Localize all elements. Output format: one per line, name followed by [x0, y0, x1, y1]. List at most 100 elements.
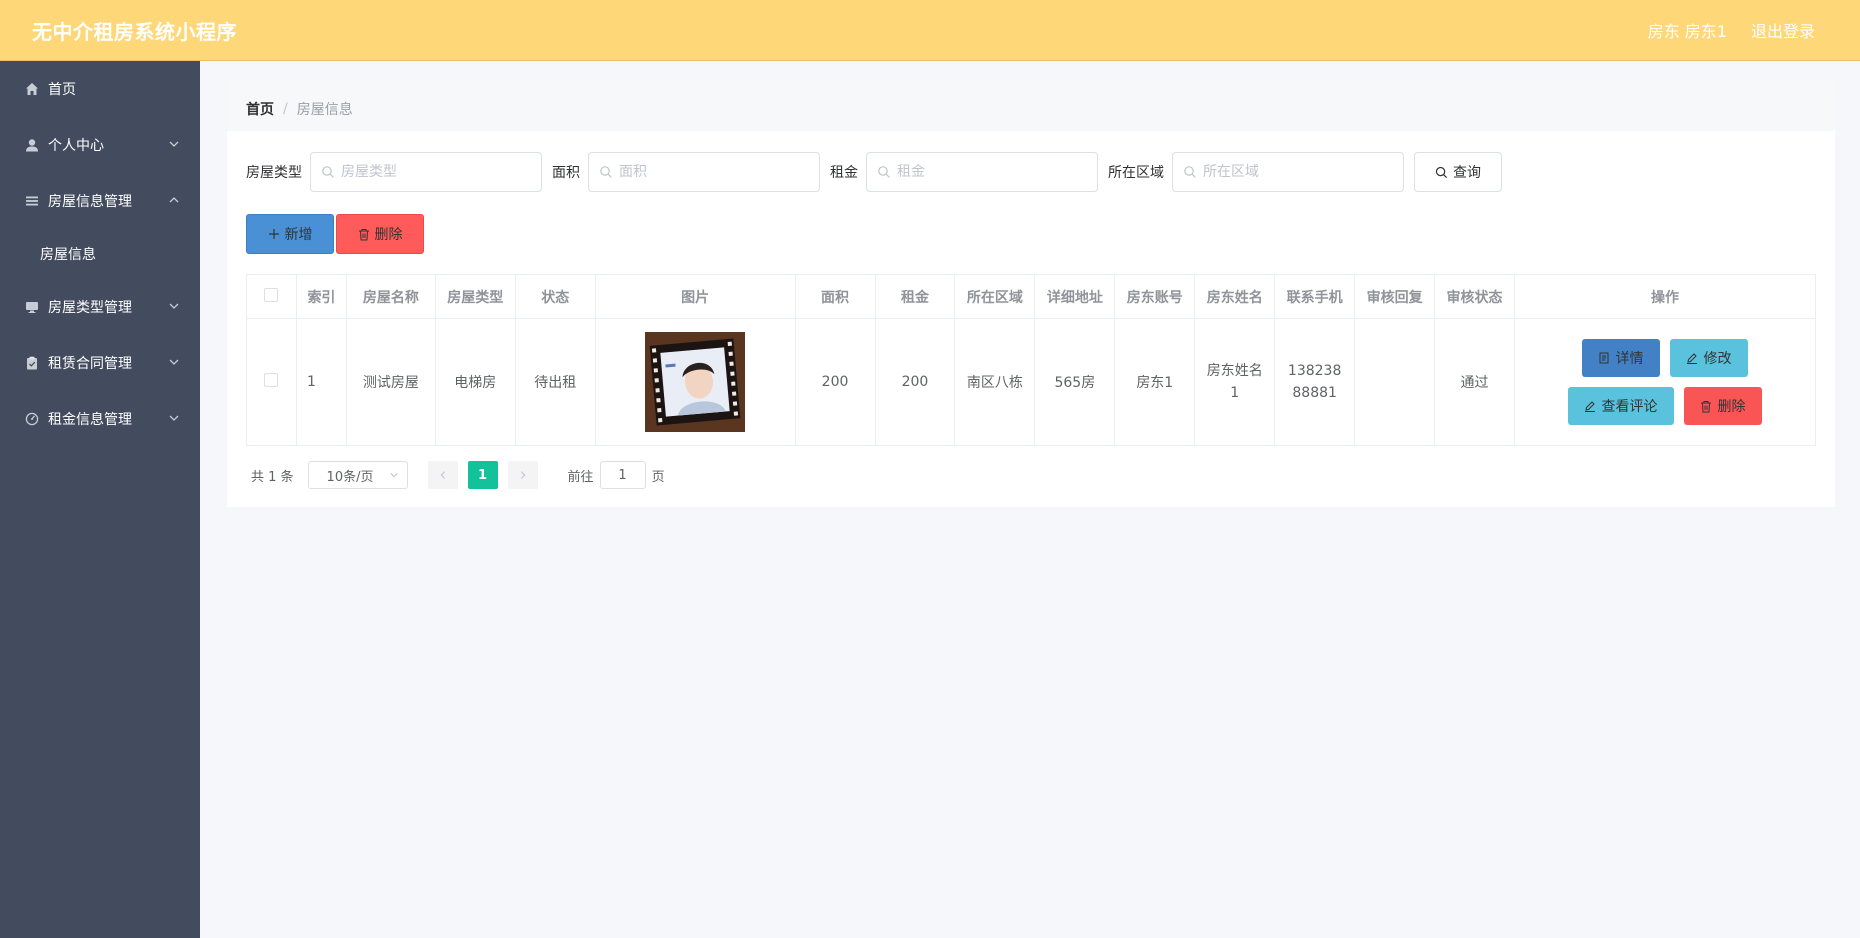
- sidebar-item-home[interactable]: 首页: [0, 61, 200, 117]
- house-photo[interactable]: [645, 332, 746, 432]
- sidebar-item-label: 租金信息管理: [48, 412, 132, 428]
- sidebar-item-rent[interactable]: 租金信息管理: [0, 391, 200, 447]
- content-panel: 房屋类型 面积 租金 所在区域 查询: [227, 131, 1835, 507]
- row-checkbox[interactable]: [264, 373, 279, 387]
- rent-search-input[interactable]: [897, 164, 1087, 180]
- col-actions: 操作: [1513, 274, 1817, 319]
- cell-rent: 200: [874, 318, 956, 446]
- cell-index: 1: [295, 318, 347, 446]
- user-label: 房东 房东1: [1647, 22, 1727, 41]
- row-actions: 详情 修改 查看评论 删除: [1515, 339, 1815, 425]
- region-search-input[interactable]: [1203, 164, 1393, 180]
- user-icon: [24, 137, 40, 153]
- list-icon: [24, 193, 40, 209]
- area-search-input[interactable]: [619, 164, 809, 180]
- region-search-field[interactable]: [1172, 152, 1404, 192]
- document-icon: [1599, 352, 1609, 364]
- logout-link[interactable]: 退出登录: [1751, 18, 1815, 42]
- goto-label: 前往: [567, 469, 594, 485]
- add-button-label: 新增: [284, 227, 313, 243]
- type-search-field[interactable]: [310, 152, 542, 192]
- clipboard-icon: [24, 355, 40, 371]
- view-comments-button[interactable]: 查看评论: [1567, 387, 1674, 425]
- edit-icon: [1687, 353, 1698, 364]
- query-button-label: 查询: [1453, 165, 1481, 181]
- query-button[interactable]: 查询: [1414, 152, 1502, 192]
- sidebar-item-label: 房屋类型管理: [48, 300, 132, 316]
- col-image: 图片: [594, 274, 796, 319]
- chevron-down-icon: [169, 415, 179, 421]
- col-phone: 联系手机: [1274, 274, 1356, 319]
- cell-actions: 详情 修改 查看评论 删除: [1513, 318, 1817, 446]
- sidebar-item-label: 首页: [48, 82, 76, 98]
- col-region: 所在区域: [954, 274, 1036, 319]
- row-delete-button[interactable]: 删除: [1683, 387, 1762, 425]
- table-header-row: 索引 房屋名称 房屋类型 状态 图片 面积 租金 所在区域 详细地址 房东账号 …: [246, 274, 1817, 319]
- edit-icon: [1585, 401, 1596, 412]
- sidebar-item-contract[interactable]: 租赁合同管理: [0, 335, 200, 391]
- trash-icon: [1701, 400, 1712, 412]
- rent-search-field[interactable]: [866, 152, 1098, 192]
- chevron-down-icon: [169, 141, 179, 147]
- chevron-left-icon: [440, 471, 445, 479]
- sidebar-item-label: 房屋信息: [40, 247, 96, 263]
- goto-page-input[interactable]: [599, 461, 646, 489]
- monitor-icon: [24, 299, 40, 315]
- next-page-button[interactable]: [507, 461, 538, 489]
- table-row: 1 测试房屋 电梯房 待出租 200 200 南区八栋 565房 房东1 房东姓…: [246, 318, 1817, 446]
- total-count: 共 1 条: [251, 469, 294, 485]
- page-number-current[interactable]: 1: [467, 461, 498, 489]
- row-actions-bottom: 查看评论 删除: [1567, 387, 1762, 425]
- house-table: 索引 房屋名称 房屋类型 状态 图片 面积 租金 所在区域 详细地址 房东账号 …: [246, 274, 1817, 446]
- type-label: 房屋类型: [246, 165, 302, 181]
- delete-button[interactable]: 删除: [336, 214, 424, 254]
- search-icon: [1435, 166, 1448, 178]
- top-bar: 无中介租房系统小程序 房东 房东1 退出登录: [0, 0, 1860, 61]
- breadcrumb-home[interactable]: 首页: [246, 99, 274, 119]
- view-comments-label: 查看评论: [1601, 399, 1658, 415]
- sidebar-item-house-mgmt[interactable]: 房屋信息管理: [0, 173, 200, 229]
- edit-button-label: 修改: [1703, 351, 1732, 367]
- detail-button[interactable]: 详情: [1581, 339, 1660, 377]
- action-row: 新增 删除: [246, 214, 424, 254]
- app-title: 无中介租房系统小程序: [32, 19, 237, 44]
- cell-region: 南区八栋: [954, 318, 1036, 446]
- sidebar-item-label: 个人中心: [48, 138, 104, 154]
- sidebar-item-house-type[interactable]: 房屋类型管理: [0, 279, 200, 335]
- chevron-right-icon: [520, 471, 525, 479]
- prev-page-button[interactable]: [427, 461, 458, 489]
- cell-account: 房东1: [1114, 318, 1196, 446]
- add-button[interactable]: 新增: [246, 214, 334, 254]
- cell-address: 565房: [1034, 318, 1116, 446]
- sidebar-item-profile[interactable]: 个人中心: [0, 117, 200, 173]
- page-size-select[interactable]: 10条/页: [307, 461, 408, 489]
- sidebar-item-label: 房屋信息管理: [48, 194, 132, 210]
- col-name: 房屋名称: [345, 274, 436, 319]
- top-right: 房东 房东1 退出登录: [1648, 18, 1815, 42]
- area-label: 面积: [552, 165, 580, 181]
- sidebar-item-label: 租赁合同管理: [48, 356, 132, 372]
- chevron-down-icon: [389, 472, 398, 478]
- cell-review-status: 通过: [1434, 318, 1515, 446]
- trash-icon: [358, 228, 369, 240]
- type-search-input[interactable]: [341, 164, 531, 180]
- home-icon: [24, 81, 40, 97]
- area-search-field[interactable]: [588, 152, 820, 192]
- select-all-checkbox[interactable]: [264, 287, 279, 302]
- row-select-cell: [246, 318, 297, 446]
- edit-button[interactable]: 修改: [1669, 339, 1748, 377]
- sidebar-item-house-info[interactable]: 房屋信息: [0, 229, 200, 279]
- pagination: 共 1 条 10条/页 1 前往 页: [251, 461, 665, 489]
- row-delete-label: 删除: [1717, 399, 1746, 415]
- breadcrumb-separator: /: [283, 101, 288, 117]
- region-label: 所在区域: [1108, 165, 1164, 181]
- cell-area: 200: [794, 318, 876, 446]
- chevron-up-icon: [169, 197, 179, 203]
- cell-type: 电梯房: [434, 318, 516, 446]
- cell-status: 待出租: [514, 318, 596, 446]
- col-review-status: 审核状态: [1434, 274, 1515, 319]
- col-review-reply: 审核回复: [1354, 274, 1436, 319]
- search-icon: [600, 166, 612, 178]
- chevron-down-icon: [169, 303, 179, 309]
- plus-icon: [268, 229, 279, 239]
